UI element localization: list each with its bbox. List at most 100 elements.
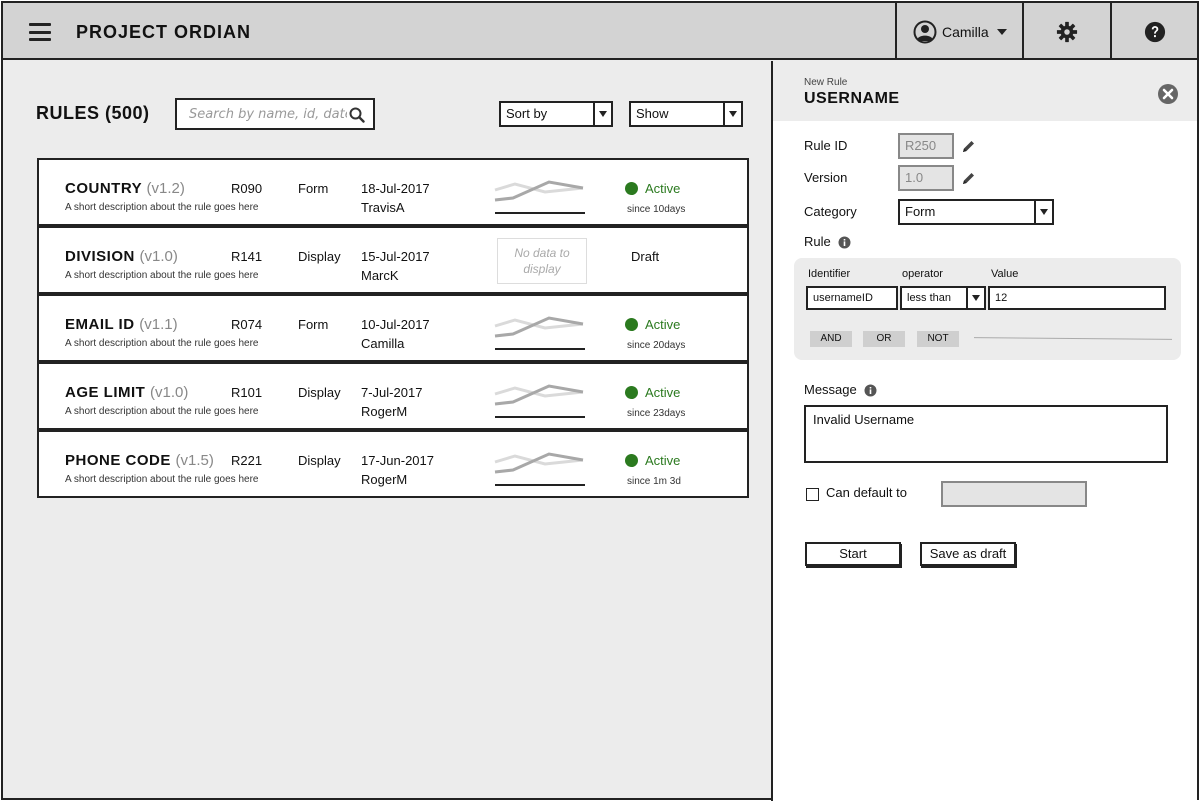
rule-version: (v1.0) <box>150 384 189 401</box>
sparkline-chart <box>494 316 585 350</box>
rule-type: Display <box>298 453 341 468</box>
panel-header: New Rule USERNAME <box>773 61 1197 121</box>
default-value-field[interactable] <box>941 481 1087 507</box>
operator-value: less than <box>907 292 952 304</box>
settings-button[interactable] <box>1024 3 1110 60</box>
not-button[interactable]: NOT <box>917 331 959 347</box>
search-input[interactable] <box>177 100 347 128</box>
chevron-down-icon <box>1034 201 1052 223</box>
chevron-down-icon <box>996 28 1007 35</box>
info-icon[interactable] <box>838 236 851 249</box>
sort-by-dropdown[interactable]: Sort by <box>499 101 613 127</box>
status-since: since 10days <box>627 204 686 215</box>
pencil-icon[interactable] <box>961 139 976 154</box>
help-icon <box>1144 21 1165 42</box>
rule-author: RogerM <box>361 472 408 487</box>
and-button[interactable]: AND <box>810 331 852 347</box>
rule-type: Form <box>298 181 329 196</box>
sort-by-label: Sort by <box>506 106 548 121</box>
rule-row[interactable]: PHONE CODE (v1.5) A short description ab… <box>37 430 749 498</box>
operator-label: operator <box>902 268 943 280</box>
rule-date: 10-Jul-2017 <box>361 317 430 332</box>
rule-version: (v1.1) <box>139 316 178 333</box>
identifier-field[interactable]: usernameID <box>806 286 898 310</box>
rule-version: (v1.0) <box>139 248 178 265</box>
help-button[interactable] <box>1112 3 1197 60</box>
status-active: Active <box>625 453 680 468</box>
operator-dropdown[interactable]: less than <box>900 286 986 310</box>
panel-kicker: New Rule <box>804 77 848 88</box>
value-label: Value <box>991 268 1019 280</box>
rule-row[interactable]: EMAIL ID (v1.1) A short description abou… <box>37 294 749 362</box>
status-dot-icon <box>625 182 638 195</box>
rule-author: TravisA <box>361 200 405 215</box>
rule-date: 15-Jul-2017 <box>361 249 430 264</box>
or-button[interactable]: OR <box>863 331 905 347</box>
rule-author: Camilla <box>361 336 405 351</box>
status-dot-icon <box>625 318 638 331</box>
status-since: since 20days <box>627 340 686 351</box>
rule-id: R090 <box>231 181 263 196</box>
rule-connector-line <box>973 337 1173 340</box>
start-button[interactable]: Start <box>805 542 901 566</box>
category-dropdown[interactable]: Form <box>898 199 1054 225</box>
identifier-label: Identifier <box>808 268 851 280</box>
rule-name: EMAIL ID (v1.1) <box>65 316 178 333</box>
user-avatar-icon <box>913 20 937 43</box>
info-icon[interactable] <box>864 384 877 397</box>
user-name: Camilla <box>942 23 989 40</box>
version-field[interactable]: 1.0 <box>898 165 954 191</box>
rule-version: (v1.5) <box>175 452 214 469</box>
status-since: since 1m 3d <box>627 476 681 487</box>
status-dot-icon <box>625 386 638 399</box>
status-draft: Draft <box>631 249 660 264</box>
rule-id-label: Rule ID <box>804 138 848 153</box>
rules-title: RULES (500) <box>36 103 150 123</box>
status-dot-icon <box>625 454 638 467</box>
chevron-down-icon <box>723 103 741 125</box>
panel-title: USERNAME <box>804 90 900 107</box>
close-icon[interactable] <box>1157 83 1179 105</box>
search-icon[interactable] <box>349 107 365 123</box>
rule-id-field[interactable]: R250 <box>898 133 954 159</box>
message-textarea[interactable]: Invalid Username <box>804 405 1168 463</box>
value-field[interactable]: 12 <box>988 286 1166 310</box>
rule-date: 7-Jul-2017 <box>361 385 423 400</box>
rule-id: R221 <box>231 453 263 468</box>
show-dropdown[interactable]: Show <box>629 101 743 127</box>
can-default-checkbox[interactable] <box>806 488 819 501</box>
new-rule-panel: New Rule USERNAME Rule ID R250 Version 1… <box>771 61 1197 801</box>
category-label: Category <box>804 204 857 219</box>
pencil-icon[interactable] <box>961 171 976 186</box>
message-label: Message <box>804 382 877 397</box>
can-default-label: Can default to <box>826 485 907 500</box>
rule-author: RogerM <box>361 404 408 419</box>
search-box <box>175 98 375 130</box>
rule-author: MarcK <box>361 268 399 283</box>
gear-icon <box>1056 21 1078 42</box>
chevron-down-icon <box>593 103 611 125</box>
show-label: Show <box>636 106 669 121</box>
rule-id: R101 <box>231 385 263 400</box>
status-active: Active <box>625 317 680 332</box>
category-value: Form <box>905 204 936 219</box>
rule-section-label: Rule <box>804 234 851 249</box>
sparkline-chart <box>494 452 585 486</box>
rule-name: PHONE CODE (v1.5) <box>65 452 214 469</box>
sparkline-chart <box>494 180 585 214</box>
user-menu[interactable]: Camilla <box>897 3 1023 60</box>
menu-icon[interactable] <box>29 23 51 41</box>
rule-type: Display <box>298 385 341 400</box>
rule-type: Display <box>298 249 341 264</box>
no-data-placeholder: No data to display <box>497 238 587 284</box>
rule-version: (v1.2) <box>146 180 185 197</box>
rule-name: DIVISION (v1.0) <box>65 248 178 265</box>
rule-row[interactable]: DIVISION (v1.0) A short description abou… <box>37 226 749 294</box>
rule-row[interactable]: COUNTRY (v1.2) A short description about… <box>37 158 749 226</box>
rule-type: Form <box>298 317 329 332</box>
status-active: Active <box>625 181 680 196</box>
save-draft-button[interactable]: Save as draft <box>920 542 1016 566</box>
rule-row[interactable]: AGE LIMIT (v1.0) A short description abo… <box>37 362 749 430</box>
rule-date: 18-Jul-2017 <box>361 181 430 196</box>
status-active: Active <box>625 385 680 400</box>
